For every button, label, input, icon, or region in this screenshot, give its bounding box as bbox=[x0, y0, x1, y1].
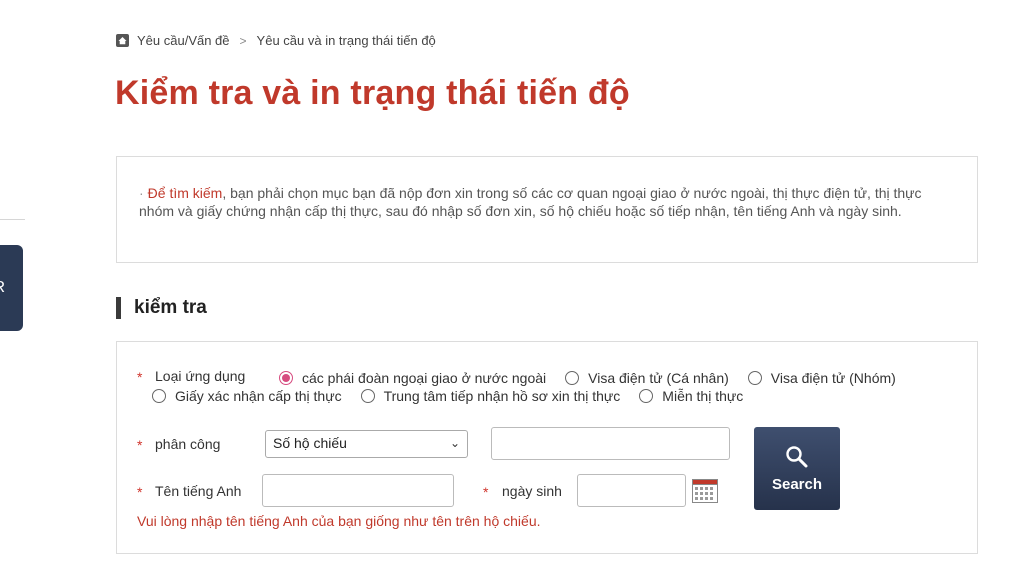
breadcrumb-item-requests[interactable]: Yêu cầu/Vấn đề bbox=[137, 33, 230, 48]
chevron-down-icon: ⌄ bbox=[449, 436, 460, 450]
page-title: Kiểm tra và in trạng thái tiến độ bbox=[115, 74, 630, 112]
required-mark: * bbox=[483, 484, 489, 500]
search-icon bbox=[786, 445, 808, 467]
side-tab-label: R bbox=[0, 279, 5, 297]
notice-bullet: · bbox=[139, 185, 144, 201]
radio-button-checked[interactable] bbox=[279, 371, 293, 385]
search-button[interactable]: Search bbox=[754, 427, 840, 510]
radio-button[interactable] bbox=[639, 389, 654, 403]
assignment-label: phân công bbox=[155, 436, 221, 452]
notice-lead: Để tìm kiếm bbox=[147, 185, 223, 201]
app-type-label: Loại ứng dụng bbox=[155, 368, 246, 384]
breadcrumb-item-current: Yêu cầu và in trạng thái tiến độ bbox=[256, 33, 436, 48]
radio-label: Visa điện tử (Nhóm) bbox=[770, 370, 896, 386]
radio-option-visa-exemption[interactable]: Miễn thị thực bbox=[639, 388, 743, 404]
radio-option-evisa-individual[interactable]: Visa điện tử (Cá nhân) bbox=[565, 370, 729, 386]
english-name-label: Tên tiếng Anh bbox=[155, 483, 242, 499]
birthdate-input[interactable] bbox=[577, 474, 686, 507]
assignment-number-input[interactable] bbox=[491, 427, 730, 460]
app-type-options-row2: Giấy xác nhận cấp thị thực Trung tâm tiế… bbox=[152, 388, 762, 404]
radio-button[interactable] bbox=[565, 371, 580, 385]
required-mark: * bbox=[137, 484, 143, 500]
radio-option-diplomatic[interactable]: các phái đoàn ngoại giao ở nước ngoài bbox=[279, 370, 546, 386]
radio-button[interactable] bbox=[152, 389, 166, 403]
assignment-select[interactable]: Số hộ chiếu ⌄ bbox=[265, 430, 468, 458]
english-name-hint: Vui lòng nhập tên tiếng Anh của bạn giốn… bbox=[137, 513, 541, 529]
radio-option-evisa-group[interactable]: Visa điện tử (Nhóm) bbox=[747, 370, 896, 386]
birthdate-label: ngày sinh bbox=[502, 483, 562, 499]
radio-button[interactable] bbox=[360, 389, 375, 403]
calendar-icon[interactable] bbox=[692, 478, 718, 503]
radio-option-visa-center[interactable]: Trung tâm tiếp nhận hồ sơ xin thị thực bbox=[360, 388, 621, 404]
required-mark: * bbox=[137, 437, 143, 453]
radio-button[interactable] bbox=[747, 371, 762, 385]
search-button-label: Search bbox=[771, 475, 823, 493]
radio-option-visa-confirmation[interactable]: Giấy xác nhận cấp thị thực bbox=[152, 388, 342, 404]
notice-text: , bạn phải chọn mục bạn đã nộp đơn xin t… bbox=[139, 185, 922, 219]
radio-label: Trung tâm tiếp nhận hồ sơ xin thị thực bbox=[383, 388, 621, 404]
english-name-input[interactable] bbox=[262, 474, 454, 507]
left-divider bbox=[0, 219, 25, 220]
app-type-options-row1: các phái đoàn ngoại giao ở nước ngoài Vi… bbox=[279, 370, 915, 386]
radio-label: các phái đoàn ngoại giao ở nước ngoài bbox=[302, 370, 547, 386]
section-heading-label: kiểm tra bbox=[134, 297, 207, 318]
home-icon[interactable] bbox=[116, 34, 129, 47]
section-bar bbox=[116, 297, 121, 319]
breadcrumb: Yêu cầu/Vấn đề > Yêu cầu và in trạng thá… bbox=[116, 33, 436, 48]
assignment-selected-value: Số hộ chiếu bbox=[273, 435, 347, 451]
side-menu-tab[interactable]: R bbox=[0, 245, 23, 331]
required-mark: * bbox=[137, 369, 143, 385]
notice-box: · Để tìm kiếm, bạn phải chọn mục bạn đã n… bbox=[116, 156, 978, 263]
chevron-right-icon: > bbox=[239, 33, 247, 48]
radio-label: Visa điện tử (Cá nhân) bbox=[588, 370, 729, 386]
radio-label: Miễn thị thực bbox=[662, 388, 744, 404]
radio-label: Giấy xác nhận cấp thị thực bbox=[175, 388, 342, 404]
section-heading: kiểm tra bbox=[116, 297, 207, 319]
